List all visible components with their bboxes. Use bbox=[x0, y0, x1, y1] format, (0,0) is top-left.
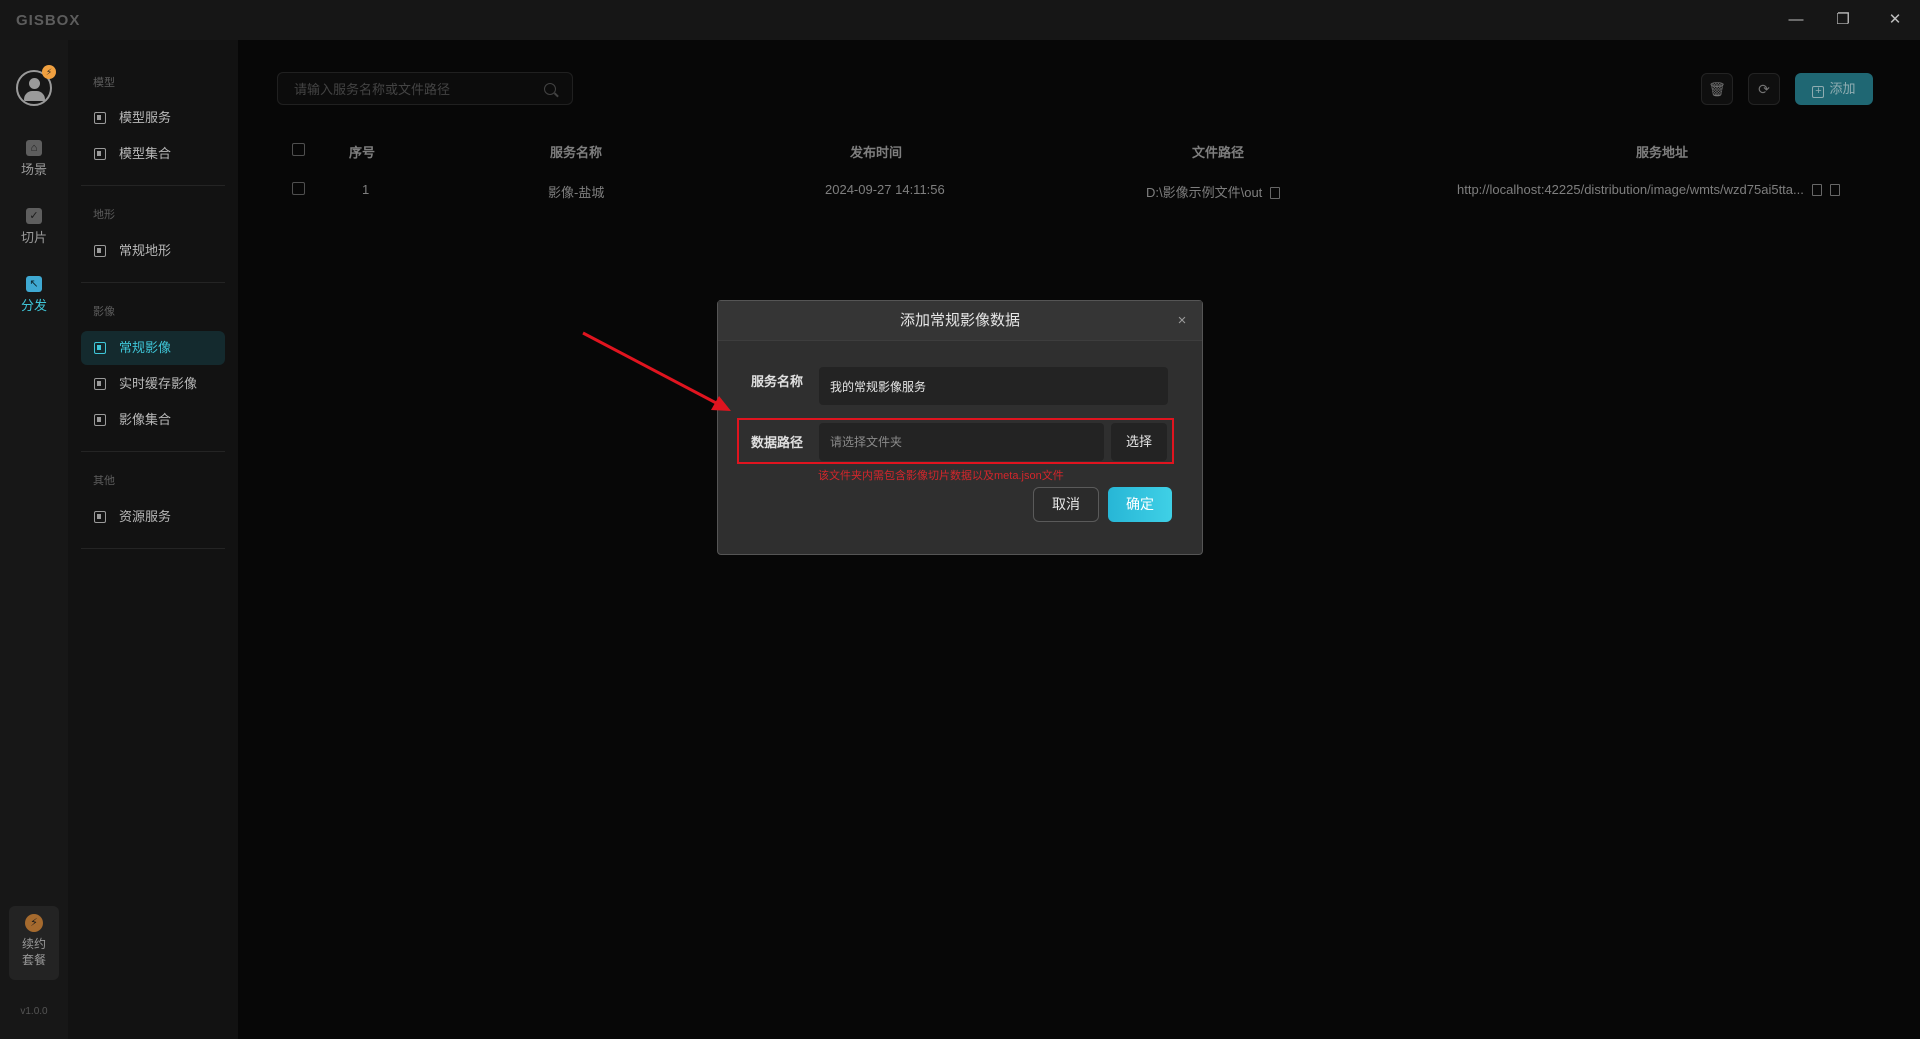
lightning-badge-icon: ⚡ bbox=[42, 65, 56, 79]
confirm-button[interactable]: 确定 bbox=[1108, 487, 1172, 522]
distribute-icon: ↖ bbox=[26, 276, 42, 292]
nav-item-label: 资源服务 bbox=[119, 509, 172, 524]
image-icon bbox=[94, 378, 106, 390]
section-label-other: 其他 bbox=[93, 475, 115, 487]
avatar-head-icon bbox=[29, 78, 40, 89]
add-imagery-dialog: 添加常规影像数据 × 服务名称 数据路径 选择 该文件夹内需包含影像切片数据以及… bbox=[717, 300, 1203, 555]
avatar[interactable]: ⚡ bbox=[16, 65, 56, 106]
nav-item-label: 常规地形 bbox=[119, 243, 172, 258]
home-icon: ⌂ bbox=[26, 140, 42, 156]
divider bbox=[81, 185, 225, 186]
cancel-button[interactable]: 取消 bbox=[1033, 487, 1099, 522]
nav-item-label: 模型集合 bbox=[119, 146, 172, 161]
model-icon bbox=[94, 148, 106, 160]
app-logo: GISBOX bbox=[16, 12, 81, 29]
image-icon bbox=[94, 414, 106, 426]
divider bbox=[81, 548, 225, 549]
secondary-nav: 模型 模型服务 模型集合 地形 常规地形 影像 常规影像 实时缓存影像 影像集合… bbox=[68, 40, 238, 1039]
nav-item-label: 实时缓存影像 bbox=[119, 376, 198, 391]
nav-item-model-service[interactable]: 模型服务 bbox=[81, 101, 225, 135]
check-document-icon: ✓ bbox=[26, 208, 42, 224]
model-icon bbox=[94, 112, 106, 124]
section-label-model: 模型 bbox=[93, 77, 115, 89]
rail-item-label: 分发 bbox=[20, 298, 47, 313]
nav-item-label: 常规影像 bbox=[119, 340, 172, 355]
minimize-button[interactable]: — bbox=[1779, 8, 1813, 32]
resource-icon bbox=[94, 511, 106, 523]
restore-button[interactable]: ❐ bbox=[1826, 8, 1860, 32]
dialog-title: 添加常规影像数据 bbox=[718, 301, 1202, 341]
nav-item-model-collection[interactable]: 模型集合 bbox=[81, 137, 225, 171]
data-path-hint: 该文件夹内需包含影像切片数据以及meta.json文件 bbox=[818, 470, 1064, 482]
renew-plan-button[interactable]: ⚡ 续约 套餐 bbox=[9, 906, 59, 980]
close-icon[interactable]: × bbox=[1174, 313, 1190, 329]
nav-item-regular-terrain[interactable]: 常规地形 bbox=[81, 234, 225, 268]
terrain-icon bbox=[94, 245, 106, 257]
nav-item-realtime-cache-imagery[interactable]: 实时缓存影像 bbox=[81, 367, 225, 401]
nav-item-imagery-collection[interactable]: 影像集合 bbox=[81, 403, 225, 437]
nav-item-regular-imagery[interactable]: 常规影像 bbox=[81, 331, 225, 365]
rail-item-distribute[interactable]: ↖ 分发 bbox=[6, 276, 62, 326]
divider bbox=[81, 282, 225, 283]
renew-label-2: 套餐 bbox=[21, 953, 46, 967]
section-label-imagery: 影像 bbox=[93, 306, 115, 318]
renew-label-1: 续约 bbox=[21, 937, 46, 951]
nav-item-resource-service[interactable]: 资源服务 bbox=[81, 500, 225, 534]
service-name-label: 服务名称 bbox=[751, 374, 804, 389]
service-name-input[interactable] bbox=[819, 367, 1168, 405]
title-bar: GISBOX — ❐ ✕ bbox=[0, 0, 1920, 40]
rail-item-scene[interactable]: ⌂ 场景 bbox=[6, 140, 62, 190]
rail-item-tiling[interactable]: ✓ 切片 bbox=[6, 208, 62, 258]
divider bbox=[81, 451, 225, 452]
lightning-icon: ⚡ bbox=[25, 914, 43, 932]
rail-item-label: 场景 bbox=[20, 162, 47, 177]
version-label: v1.0.0 bbox=[20, 1006, 48, 1017]
annotation-highlight-box bbox=[737, 418, 1174, 464]
left-rail: ⚡ ⌂ 场景 ✓ 切片 ↖ 分发 ⚡ 续约 套餐 v1.0.0 bbox=[0, 40, 68, 1039]
nav-item-label: 模型服务 bbox=[119, 110, 172, 125]
avatar-body-icon bbox=[24, 91, 45, 101]
nav-item-label: 影像集合 bbox=[119, 412, 172, 427]
rail-item-label: 切片 bbox=[20, 230, 47, 245]
image-icon bbox=[94, 342, 106, 354]
section-label-terrain: 地形 bbox=[93, 209, 115, 221]
close-window-button[interactable]: ✕ bbox=[1878, 8, 1912, 32]
